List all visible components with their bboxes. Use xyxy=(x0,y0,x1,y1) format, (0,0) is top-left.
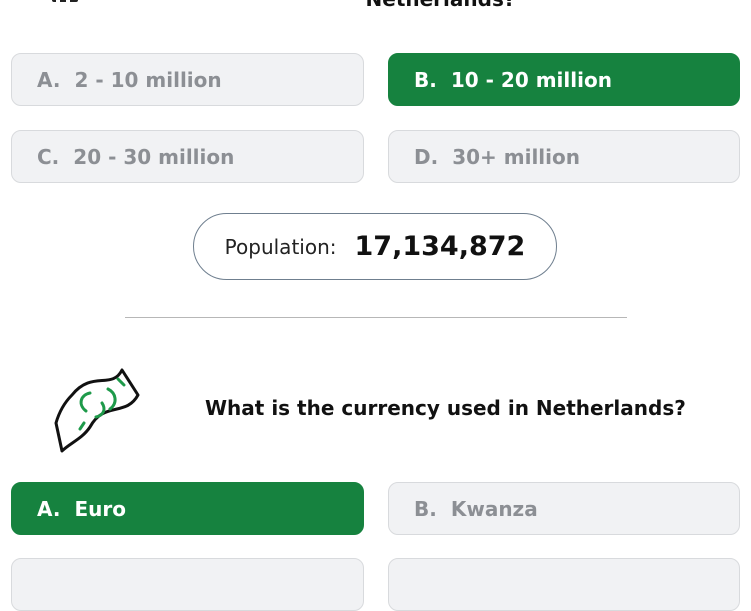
option-b[interactable]: B. Kwanza xyxy=(388,482,740,535)
option-letter: A. xyxy=(37,67,61,92)
option-letter: A. xyxy=(37,496,61,521)
option-letter: B. xyxy=(414,496,437,521)
option-label: 2 - 10 million xyxy=(74,67,222,92)
option-letter: D. xyxy=(414,144,439,169)
option-a[interactable]: A. 2 - 10 million xyxy=(11,53,364,106)
option-label: 20 - 30 million xyxy=(73,144,235,169)
option-label: Euro xyxy=(74,496,126,521)
option-c[interactable]: C. 20 - 30 million xyxy=(11,130,364,183)
population-value: 17,134,872 xyxy=(354,231,526,262)
option-d[interactable] xyxy=(388,558,740,611)
option-label: Kwanza xyxy=(450,496,538,521)
question-text: What is the currency used in Netherlands… xyxy=(205,396,686,420)
option-a[interactable]: A. Euro xyxy=(11,482,364,535)
population-result: Population: 17,134,872 xyxy=(193,213,557,280)
option-label: 10 - 20 million xyxy=(450,67,612,92)
option-letter: B. xyxy=(414,67,437,92)
money-bill-icon xyxy=(52,365,144,455)
option-d[interactable]: D. 30+ million xyxy=(388,130,740,183)
option-b[interactable]: B. 10 - 20 million xyxy=(388,53,740,106)
previous-question-title: Netherlands? xyxy=(0,0,751,11)
option-c[interactable] xyxy=(11,558,364,611)
option-letter: C. xyxy=(37,144,60,169)
divider xyxy=(125,317,627,318)
population-label: Population: xyxy=(224,234,337,259)
option-label: 30+ million xyxy=(452,144,580,169)
